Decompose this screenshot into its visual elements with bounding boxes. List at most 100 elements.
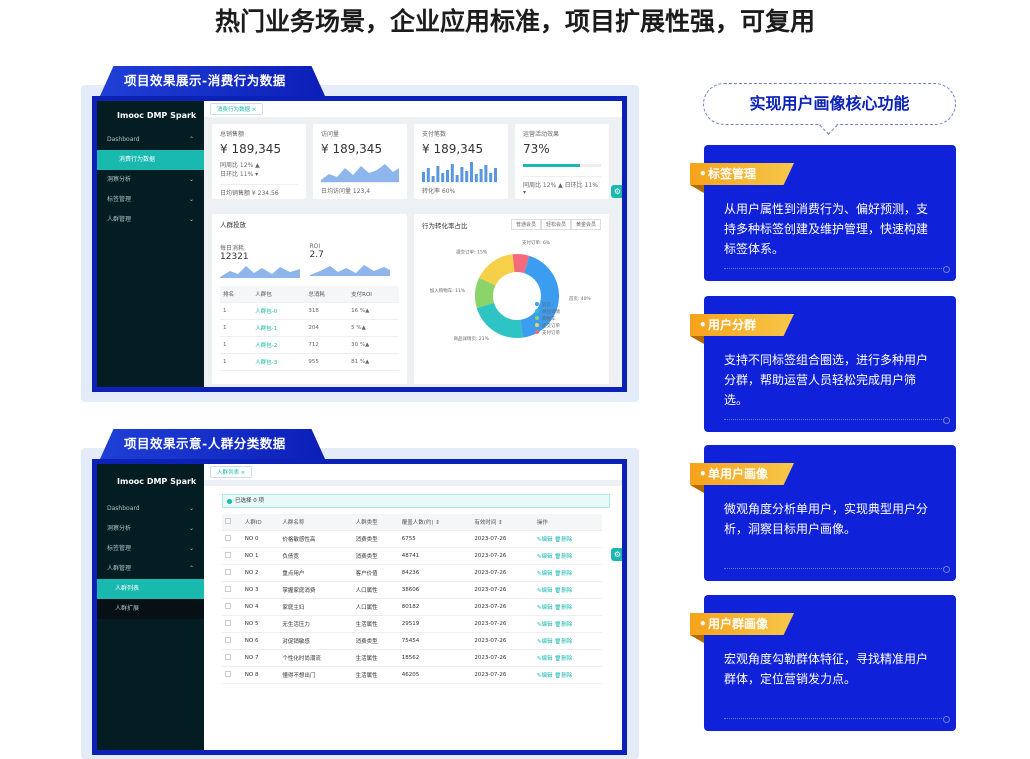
kpi-visits: 访问量 ¥ 189,345 日均访问量 123,4 bbox=[313, 124, 407, 199]
screen-crowd: Imooc DMP Spark Dashboard ⌄ 洞察分析 ⌄ 标签管理 ⌄ 人… bbox=[92, 459, 627, 755]
table-row: NO 0 价格敏感性高 消费类型 6755 2023-07-26 ✎编辑 🗑删除 bbox=[222, 530, 602, 548]
bar bbox=[455, 175, 459, 182]
row-checkbox[interactable] bbox=[222, 530, 242, 548]
campaign-progress bbox=[523, 164, 601, 167]
row-checkbox[interactable] bbox=[222, 632, 242, 650]
edit-link[interactable]: ✎编辑 bbox=[537, 588, 553, 594]
app-logo: Imooc DMP Spark bbox=[117, 477, 197, 486]
row-checkbox[interactable] bbox=[222, 564, 242, 582]
gear-icon[interactable]: ⚙ bbox=[611, 548, 622, 561]
sidebar-item-crowd[interactable]: 人群管理 ⌄ bbox=[97, 210, 204, 230]
sidebar-item-tags[interactable]: 标签管理 ⌄ bbox=[97, 190, 204, 210]
features-heading: 实现用户画像核心功能 bbox=[703, 83, 956, 125]
delete-link[interactable]: 🗑删除 bbox=[554, 622, 572, 628]
row-checkbox[interactable] bbox=[222, 649, 242, 667]
edit-link[interactable]: ✎编辑 bbox=[537, 656, 553, 662]
legend-label: 提交订单 bbox=[542, 322, 560, 329]
table-row: NO 5 无生活压力 生活属性 29519 2023-07-26 ✎编辑 🗑删除 bbox=[222, 615, 602, 633]
sidebar-item-dashboard[interactable]: Dashboard ⌃ bbox=[97, 130, 204, 150]
gear-icon[interactable]: ⚙ bbox=[611, 185, 622, 198]
edit-link[interactable]: ✎编辑 bbox=[537, 537, 553, 543]
roi-sparkline bbox=[309, 265, 390, 276]
sidebar-item-crowd-expand[interactable]: 人群扩展 bbox=[97, 599, 204, 619]
btn-normal-member[interactable]: 普通会员 bbox=[510, 219, 541, 230]
page-title: 热门业务场景，企业应用标准，项目扩展性强，可复用 bbox=[214, 7, 815, 36]
feature-badge: 单用户画像 bbox=[690, 463, 794, 485]
kpi-payments: 支付笔数 ¥ 189,345 转化率 60% bbox=[414, 124, 508, 199]
bar bbox=[446, 170, 449, 182]
sidebar-item-insight[interactable]: 洞察分析 ⌄ bbox=[97, 519, 204, 539]
select-all-checkbox[interactable] bbox=[222, 514, 242, 531]
sidebar-item-crowd-list[interactable]: 人群列表 bbox=[97, 579, 204, 599]
sidebar-item-consumption[interactable]: 消费行为数据 bbox=[97, 150, 204, 170]
feature-badge: 用户群画像 bbox=[690, 613, 794, 635]
conversion-donut: 首页: 40% 商品详情页: 21% 加入购物车: 11% 提交订单: 15% 支付订单… bbox=[430, 239, 592, 342]
feature-card: 用户分群支持不同标签组合圈选，进行多种用户分群，帮助运营人员轻松完成用户筛选。 bbox=[690, 296, 956, 432]
sidebar-item-tags[interactable]: 标签管理 ⌄ bbox=[97, 539, 204, 559]
edit-link[interactable]: ✎编辑 bbox=[537, 673, 553, 679]
conversion-card: 行为转化率占比 普通会员 轻松会员 黄金会员 首页: 40% 商品详情页: 21%… bbox=[414, 214, 609, 384]
btn-easy-member[interactable]: 轻松会员 bbox=[540, 219, 571, 230]
cost-sparkline bbox=[220, 266, 300, 278]
edit-link[interactable]: ✎编辑 bbox=[537, 554, 553, 560]
edit-link[interactable]: ✎编辑 bbox=[537, 622, 553, 628]
crowd-invest-card: 人群投放 每日消耗 12321 ROI 2.7 排名 人群包 总消耗 支付ROI 1 人群包… bbox=[212, 214, 407, 384]
feature-card: 标签管理从用户属性到消费行为、偏好预测，支持多种标签创建及维护管理，快速构建标签… bbox=[690, 145, 956, 281]
btn-gold-member[interactable]: 黄金会员 bbox=[570, 219, 601, 230]
panel1-tab: 项目效果展示-消费行为数据 bbox=[100, 66, 325, 96]
table-row: 1 人群包-0 318 16 %▲ bbox=[220, 302, 399, 320]
legend-label: 支付订单 bbox=[542, 329, 560, 336]
row-checkbox[interactable] bbox=[222, 615, 242, 633]
tab-crowd-list[interactable]: 人群列表 × bbox=[210, 466, 253, 478]
row-checkbox[interactable] bbox=[222, 547, 242, 565]
delete-link[interactable]: 🗑删除 bbox=[554, 554, 572, 560]
crowd-table: 排名 人群包 总消耗 支付ROI 1 人群包-0 318 16 %▲ 1 人群包-1 204 5 … bbox=[220, 286, 399, 371]
feature-badge: 用户分群 bbox=[690, 314, 794, 336]
feature-card: 用户群画像宏观角度勾勒群体特征，寻找精准用户群体，定位营销发力点。 bbox=[690, 595, 956, 731]
bar bbox=[436, 166, 440, 182]
table-row: 1 人群包-2 712 30 %▲ bbox=[220, 336, 399, 354]
feature-badge: 标签管理 bbox=[690, 163, 794, 185]
kpi-campaign: 运营活动效果 73% 同周比 12% ▲ 日环比 11% ▾ bbox=[515, 124, 609, 199]
bar bbox=[431, 176, 435, 182]
feature-text: 微观角度分析单用户，实现典型用户分析，洞察目标用户画像。 bbox=[724, 502, 929, 536]
legend-dot bbox=[535, 323, 539, 327]
bar bbox=[450, 164, 454, 182]
row-checkbox[interactable] bbox=[222, 666, 242, 684]
legend-dot bbox=[535, 316, 539, 320]
sidebar-item-crowd[interactable]: 人群管理 ⌃ bbox=[97, 559, 204, 579]
bar bbox=[474, 174, 478, 182]
delete-link[interactable]: 🗑删除 bbox=[554, 605, 572, 611]
table-row: NO 3 掌握家庭消费 人口属性 38606 2023-07-26 ✎编辑 🗑删除 bbox=[222, 581, 602, 599]
bar bbox=[470, 162, 473, 182]
delete-link[interactable]: 🗑删除 bbox=[554, 537, 572, 543]
delete-link[interactable]: 🗑删除 bbox=[554, 588, 572, 594]
bar bbox=[426, 168, 430, 182]
delete-link[interactable]: 🗑删除 bbox=[554, 571, 572, 577]
delete-link[interactable]: 🗑删除 bbox=[554, 656, 572, 662]
legend-label: 购物车 bbox=[542, 315, 556, 322]
row-checkbox[interactable] bbox=[222, 598, 242, 616]
bar bbox=[479, 169, 483, 182]
panel2-tab: 项目效果示意-人群分类数据 bbox=[100, 429, 325, 459]
payments-bars bbox=[422, 162, 497, 182]
bar bbox=[494, 168, 497, 182]
tab-consumption[interactable]: 消费行为数据 × bbox=[210, 103, 264, 115]
table-row: NO 6 对促销敏感 消费类型 75454 2023-07-26 ✎编辑 🗑删除 bbox=[222, 632, 602, 650]
slice-label: 支付订单: 6% bbox=[522, 239, 551, 246]
sidebar-item-insight[interactable]: 洞察分析 ⌄ bbox=[97, 170, 204, 190]
sidebar-item-dashboard[interactable]: Dashboard ⌄ bbox=[97, 499, 204, 519]
bar bbox=[489, 173, 493, 182]
edit-link[interactable]: ✎编辑 bbox=[537, 571, 553, 577]
legend-label: 首页 bbox=[542, 301, 551, 308]
row-checkbox[interactable] bbox=[222, 581, 242, 599]
legend-dot bbox=[535, 330, 539, 334]
edit-link[interactable]: ✎编辑 bbox=[537, 639, 553, 645]
table-row: 1 人群包-1 204 5 %▲ bbox=[220, 319, 399, 337]
feature-text: 支持不同标签组合圈选，进行多种用户分群，帮助运营人员轻松完成用户筛选。 bbox=[724, 353, 929, 407]
delete-link[interactable]: 🗑删除 bbox=[554, 673, 572, 679]
feature-text: 宏观角度勾勒群体特征，寻找精准用户群体，定位营销发力点。 bbox=[724, 652, 929, 686]
sidebar: Imooc DMP Spark Dashboard ⌃ 消费行为数据 洞察分析 ⌄ … bbox=[97, 101, 204, 387]
delete-link[interactable]: 🗑删除 bbox=[554, 639, 572, 645]
edit-link[interactable]: ✎编辑 bbox=[537, 605, 553, 611]
